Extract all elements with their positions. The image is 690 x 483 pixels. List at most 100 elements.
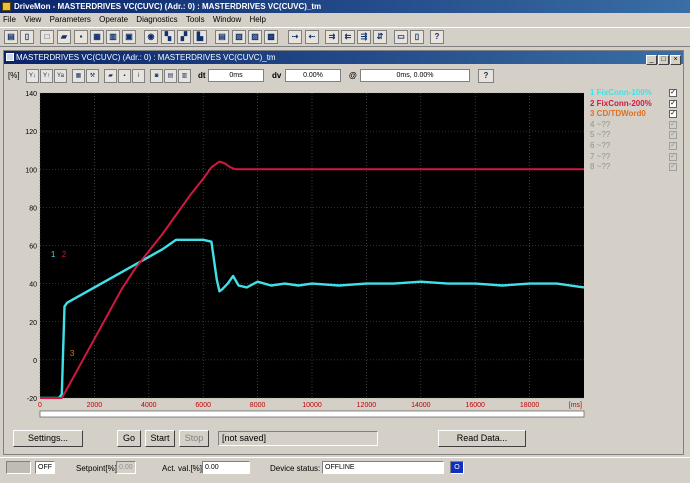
settings-button[interactable]: Settings... bbox=[13, 430, 83, 447]
minimize-icon[interactable]: _ bbox=[646, 55, 657, 65]
menu-help[interactable]: Help bbox=[247, 13, 269, 26]
grid-icon[interactable]: ▦ bbox=[72, 69, 85, 83]
menu-window[interactable]: Window bbox=[210, 13, 244, 26]
window-split-icon[interactable]: ▯ bbox=[410, 30, 424, 44]
main-toolbar: ▤ ▯ □ ▰ ▪ ▦ ▥ ▣ ◉ ▚ ▞ ▙ ▤ ▧ ▨ ▩ ⇢ ⇠ ⇉ ⇇ … bbox=[0, 27, 690, 47]
chart-icon[interactable]: ▩ bbox=[264, 30, 278, 44]
legend-item-6[interactable]: 6 ~?? ✓ bbox=[590, 141, 682, 152]
open-folder-icon[interactable]: ▰ bbox=[57, 30, 71, 44]
power-toggle-icon[interactable] bbox=[6, 461, 31, 474]
legend-item-5[interactable]: 5 ~?? ✓ bbox=[590, 130, 682, 141]
legend-label: 5 ~?? bbox=[590, 130, 611, 140]
y-zoom-in-icon[interactable]: Y↓ bbox=[26, 69, 39, 83]
table-icon[interactable]: ▤ bbox=[215, 30, 229, 44]
bico-icon-4[interactable]: ⇵ bbox=[373, 30, 387, 44]
x-tick-label: 18000 bbox=[520, 402, 540, 409]
save-trace-icon[interactable]: ▪ bbox=[118, 69, 131, 83]
bico-icon-3[interactable]: ⇶ bbox=[357, 30, 371, 44]
legend-item-8[interactable]: 8 ~?? ✓ bbox=[590, 162, 682, 173]
legend-item-4[interactable]: 4 ~?? ✓ bbox=[590, 120, 682, 131]
menu-file[interactable]: File bbox=[0, 13, 19, 26]
dv-field: 0.00% bbox=[285, 69, 341, 82]
print-doc-icon[interactable]: ▥ bbox=[106, 30, 120, 44]
start-button[interactable]: Start bbox=[145, 430, 175, 447]
help-dropdown-button[interactable]: ? bbox=[478, 69, 494, 83]
save-icon[interactable]: ▪ bbox=[74, 30, 88, 44]
menu-view[interactable]: View bbox=[21, 13, 44, 26]
legend-label: 8 ~?? bbox=[590, 162, 611, 172]
connect-icon[interactable]: ⇢ bbox=[288, 30, 302, 44]
legend-item-3[interactable]: 3 CD/TDWord0 ✓ bbox=[590, 109, 682, 120]
close-icon[interactable]: × bbox=[670, 55, 681, 65]
legend-item-1[interactable]: 1 FixConn-100% ✓ bbox=[590, 88, 682, 99]
bico-icon-2[interactable]: ⇇ bbox=[341, 30, 355, 44]
legend-label: 6 ~?? bbox=[590, 140, 611, 150]
trace-legend: 1 FixConn-100% ✓ 2 FixConn-200% ✓ 3 CD/TDWor… bbox=[590, 88, 682, 173]
setpoint-field[interactable]: 0.00 bbox=[116, 461, 136, 474]
x-tick-label: 12000 bbox=[357, 402, 377, 409]
parameter-icon[interactable]: ▚ bbox=[161, 30, 175, 44]
window-icon[interactable]: ▭ bbox=[394, 30, 408, 44]
tool-icon[interactable]: ▣ bbox=[122, 30, 136, 44]
print-trace-icon[interactable]: ▥ bbox=[178, 69, 191, 83]
drive-icon[interactable]: ▙ bbox=[193, 30, 207, 44]
legend-label: 7 ~?? bbox=[590, 151, 611, 161]
x-tick-label: 10000 bbox=[302, 402, 322, 409]
actual-value-field: 0.00 bbox=[202, 461, 250, 474]
parameter-list-icon[interactable]: ▞ bbox=[177, 30, 191, 44]
trace-window-title: MASTERDRIVES VC(CUVC) (Adr.: 0) : MASTER… bbox=[16, 53, 276, 62]
save-state-field: [not saved] bbox=[218, 431, 378, 446]
legend-checkbox[interactable]: ✓ bbox=[669, 99, 677, 108]
dt-field: 0ms bbox=[208, 69, 264, 82]
x-axis-label: [ms] bbox=[569, 402, 582, 409]
print-icon[interactable]: ▤ bbox=[4, 30, 18, 44]
y-tick-label: 40 bbox=[29, 282, 37, 289]
menu-bar: File View Parameters Operate Diagnostics… bbox=[0, 13, 690, 26]
y-tick-label: 20 bbox=[29, 320, 37, 327]
y-tick-label: -20 bbox=[27, 396, 37, 403]
print-preview-icon[interactable]: ▦ bbox=[90, 30, 104, 44]
legend-checkbox[interactable]: ✓ bbox=[669, 120, 677, 129]
legend-checkbox[interactable]: ✓ bbox=[669, 163, 677, 172]
function-icon[interactable]: ▧ bbox=[232, 30, 246, 44]
app-title: DriveMon - MASTERDRIVES VC(CUVC) (Adr.: … bbox=[14, 2, 322, 11]
legend-item-2[interactable]: 2 FixConn-200% ✓ bbox=[590, 99, 682, 110]
y-auto-icon[interactable]: Ya bbox=[54, 69, 67, 83]
connection-indicator-icon: O bbox=[450, 461, 464, 474]
menu-parameters[interactable]: Parameters bbox=[47, 13, 94, 26]
trace-chart[interactable]: -200204060801001201400 2000 4000 6000 8000 10… bbox=[20, 88, 588, 419]
legend-checkbox[interactable]: ✓ bbox=[669, 131, 677, 140]
legend-checkbox[interactable]: ✓ bbox=[669, 152, 677, 161]
snapshot-icon[interactable]: ◙ bbox=[150, 69, 163, 83]
y-zoom-out-icon[interactable]: Y↑ bbox=[40, 69, 53, 83]
tools-icon[interactable]: ⚒ bbox=[86, 69, 99, 83]
legend-item-7[interactable]: 7 ~?? ✓ bbox=[590, 152, 682, 163]
table-view-icon[interactable]: ▤ bbox=[164, 69, 177, 83]
y-tick-label: 60 bbox=[29, 244, 37, 251]
series-marker-1: 1 bbox=[51, 250, 56, 259]
menu-diagnostics[interactable]: Diagnostics bbox=[133, 13, 180, 26]
info-icon[interactable]: i bbox=[132, 69, 145, 83]
x-tick-label: 8000 bbox=[250, 402, 266, 409]
read-data-button[interactable]: Read Data... bbox=[438, 430, 526, 447]
y-tick-label: 120 bbox=[25, 129, 37, 136]
maximize-icon[interactable]: □ bbox=[658, 55, 669, 65]
disconnect-icon[interactable]: ⇠ bbox=[305, 30, 319, 44]
help-icon[interactable]: ? bbox=[430, 30, 444, 44]
go-button[interactable]: Go bbox=[117, 430, 141, 447]
menu-operate[interactable]: Operate bbox=[96, 13, 131, 26]
new-file-icon[interactable]: □ bbox=[40, 30, 54, 44]
online-icon[interactable]: ◉ bbox=[144, 30, 158, 44]
diagram-icon[interactable]: ▨ bbox=[248, 30, 262, 44]
y-tick-label: 100 bbox=[25, 167, 37, 174]
legend-checkbox[interactable]: ✓ bbox=[669, 141, 677, 150]
new-document-icon[interactable]: ▯ bbox=[20, 30, 34, 44]
legend-checkbox[interactable]: ✓ bbox=[669, 110, 677, 119]
open-trace-icon[interactable]: ▰ bbox=[104, 69, 117, 83]
menu-tools[interactable]: Tools bbox=[183, 13, 208, 26]
stop-button[interactable]: Stop bbox=[179, 430, 209, 447]
legend-checkbox[interactable]: ✓ bbox=[669, 89, 677, 97]
x-tick-label: 0 bbox=[38, 402, 42, 409]
y-tick-label: 0 bbox=[33, 358, 37, 365]
bico-icon-1[interactable]: ⇉ bbox=[325, 30, 339, 44]
